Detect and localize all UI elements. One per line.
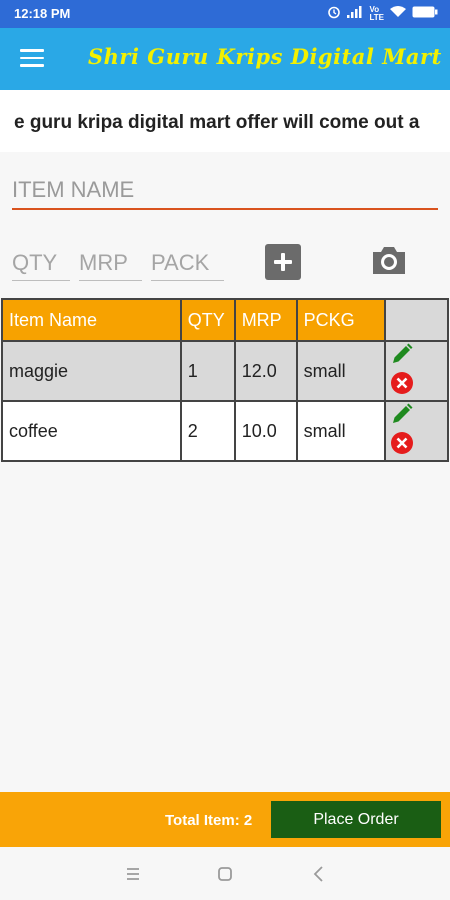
marquee-text: e guru kripa digital mart offer will com… [14,112,420,133]
alarm-icon [327,5,341,22]
recents-icon[interactable] [122,863,144,885]
cell-mrp: 12.0 [233,340,298,402]
qty-input[interactable] [12,246,70,281]
header-mrp: MRP [233,298,298,342]
volte-icon: Vo LTE [369,4,384,22]
header-item-name: Item Name [1,298,182,342]
row-actions [384,340,449,402]
header-qty: QTY [179,298,236,342]
cell-item-name: maggie [1,340,182,402]
table-header-row: Item Name QTY MRP PCKG [1,298,449,342]
signal-icon [347,6,363,21]
items-table: Item Name QTY MRP PCKG maggie 1 12.0 sma… [1,298,449,462]
camera-icon[interactable] [369,240,409,280]
header-pckg: PCKG [295,298,387,342]
mrp-input[interactable] [79,246,142,281]
table-row: maggie 1 12.0 small [1,340,449,402]
system-nav-bar [0,847,450,900]
close-circle-icon[interactable] [390,431,414,460]
row-actions [384,400,449,462]
cell-qty: 2 [179,400,236,462]
status-bar: 12:18 PM Vo LTE [0,0,450,28]
add-item-button[interactable] [265,244,301,280]
back-icon[interactable] [308,863,330,885]
status-time: 12:18 PM [14,6,71,21]
menu-icon[interactable] [20,49,44,69]
status-icons: Vo LTE [327,5,438,22]
cell-qty: 1 [179,340,236,402]
order-bar: Total Item: 2 Place Order [0,792,450,847]
table-row: coffee 2 10.0 small [1,400,449,462]
battery-icon [412,6,438,21]
pencil-icon[interactable] [390,402,414,431]
home-icon[interactable] [214,863,236,885]
place-order-button[interactable]: Place Order [271,801,441,838]
app-title: Shri Guru Krips Digital Mart [88,44,442,69]
total-items-label: Total Item: 2 [165,812,253,829]
wifi-icon [390,6,406,21]
item-name-input[interactable] [12,172,438,210]
pack-input[interactable] [151,246,224,281]
pencil-icon[interactable] [390,342,414,371]
close-circle-icon[interactable] [390,371,414,400]
cell-pack: small [295,400,387,462]
header-actions [384,298,449,342]
cell-item-name: coffee [1,400,182,462]
app-bar: Shri Guru Krips Digital Mart [0,28,450,90]
cell-mrp: 10.0 [233,400,298,462]
marquee-banner: e guru kripa digital mart offer will com… [0,90,450,152]
cell-pack: small [295,340,387,402]
